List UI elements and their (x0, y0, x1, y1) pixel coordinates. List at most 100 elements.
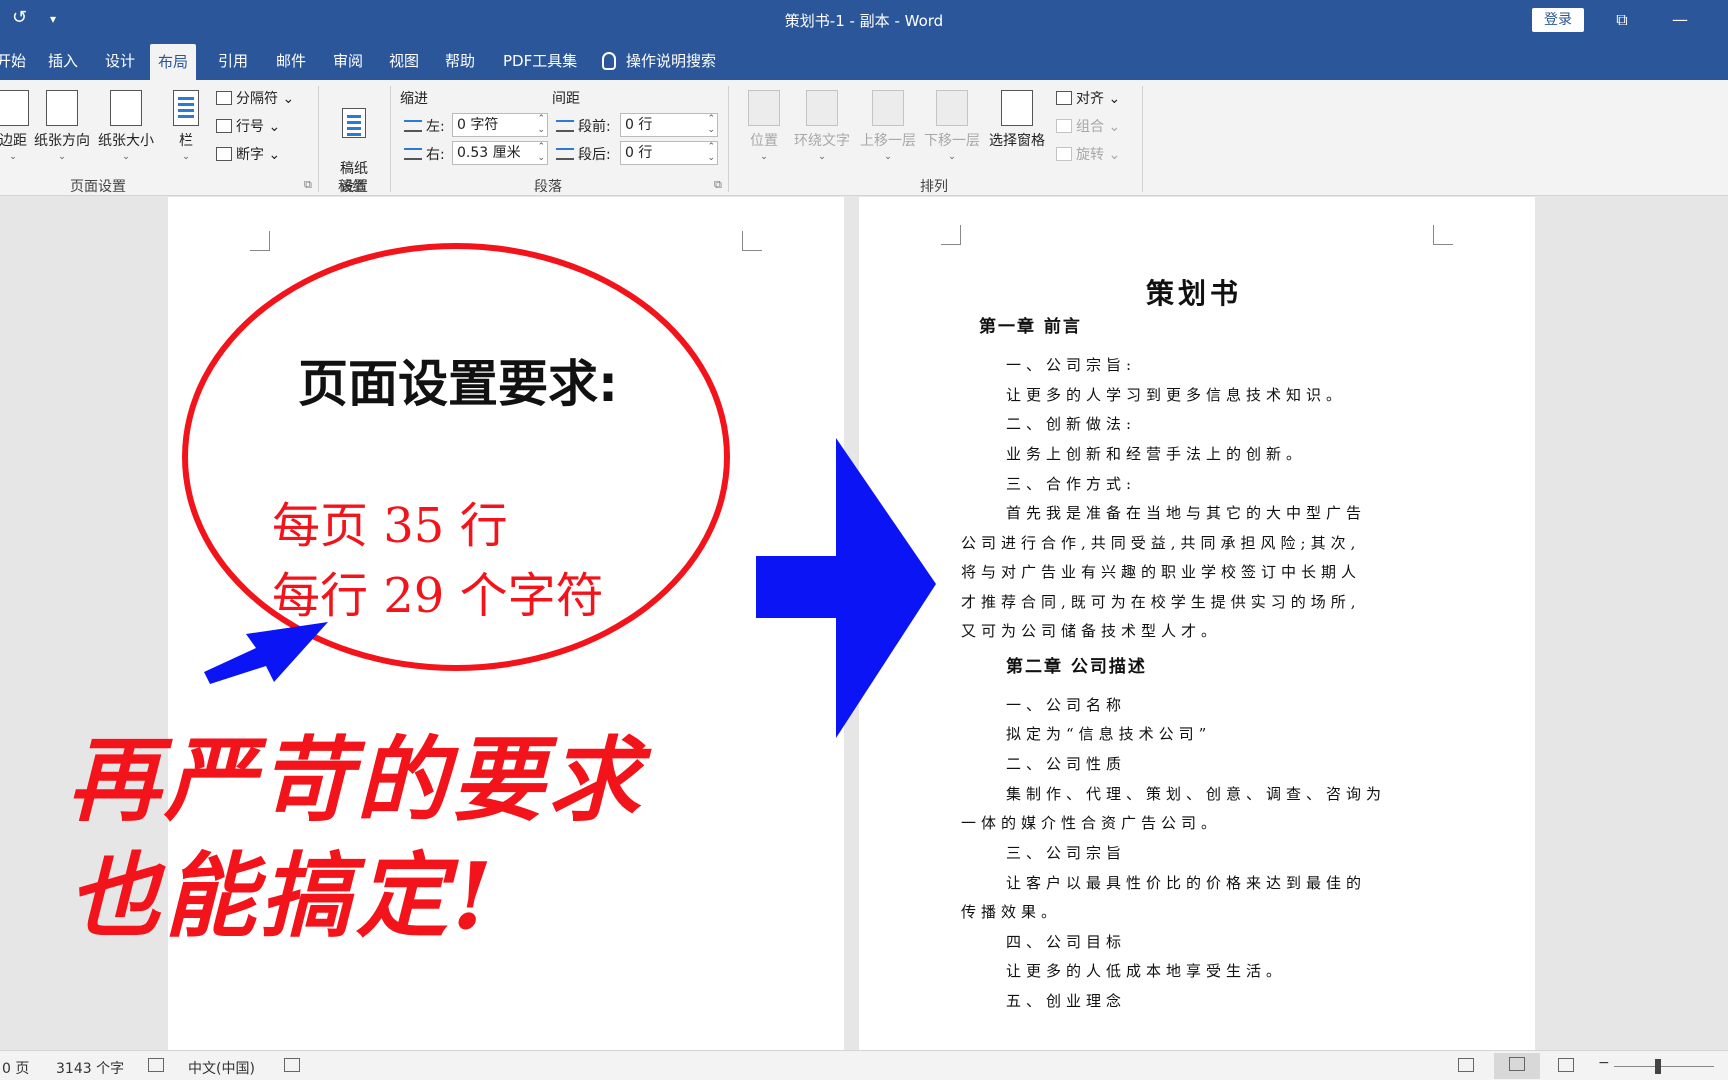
tab-pdf-tools[interactable]: PDF工具集 (495, 40, 585, 80)
send-backward-label: 下移一层 (924, 133, 980, 149)
paragraph-line: 二、创新做法: (1006, 415, 1137, 433)
orientation-button[interactable]: 纸张方向 ⌄ (32, 84, 92, 162)
tab-home[interactable]: 开始 (0, 40, 34, 80)
rotate-label: 旋转 (1076, 147, 1104, 163)
tell-me-search[interactable]: 操作说明搜索 (602, 40, 716, 80)
separator (728, 86, 729, 192)
paragraph-launcher-icon[interactable]: ⧉ (714, 178, 722, 192)
columns-icon (173, 90, 199, 126)
indent-right-icon (404, 148, 422, 160)
rotate-button[interactable]: 旋转 ⌄ (1056, 144, 1120, 164)
spacing-before-label: 段前: (556, 116, 611, 136)
spinner-icon[interactable]: ⌃ ⌄ (707, 114, 715, 136)
position-icon (748, 90, 780, 126)
paragraph-line: 首先我是准备在当地与其它的大中型广告 (1006, 504, 1367, 522)
indent-right-value: 0.53 厘米 (457, 145, 521, 161)
zoom-slider[interactable] (1614, 1066, 1714, 1067)
login-button[interactable]: 登录 (1532, 8, 1584, 32)
annotation-title: 页面设置要求: (298, 355, 618, 413)
spacing-after-input[interactable]: 0 行 ⌃ ⌄ (620, 141, 718, 165)
tab-insert[interactable]: 插入 (40, 40, 86, 80)
paragraph-line: 五、创业理念 (1006, 992, 1127, 1010)
macro-record-icon[interactable] (284, 1058, 300, 1074)
margins-label: 边距 (0, 133, 27, 149)
group-button[interactable]: 组合 ⌄ (1056, 116, 1120, 136)
chapter-heading: 第二章 公司描述 (1006, 657, 1147, 677)
spinner-icon[interactable]: ⌃ ⌄ (537, 142, 545, 164)
page-setup-group-label: 页面设置 (70, 179, 126, 195)
tab-view[interactable]: 视图 (381, 40, 427, 80)
align-button[interactable]: 对齐 ⌄ (1056, 88, 1120, 108)
web-layout-icon[interactable] (1558, 1058, 1574, 1074)
slogan-line-2: 也能搞定! (68, 842, 497, 950)
margins-button[interactable]: 边距 ⌄ (0, 84, 30, 162)
orientation-label: 纸张方向 (34, 133, 90, 149)
size-button[interactable]: 纸张大小 ⌄ (96, 84, 156, 162)
selection-pane-icon (1001, 90, 1033, 126)
line-numbers-button[interactable]: 行号 ⌄ (216, 116, 280, 136)
status-bar: 0 页 3143 个字 中文(中国) − (0, 1050, 1728, 1080)
position-label: 位置 (750, 133, 778, 149)
spacing-after-text: 段后: (578, 147, 611, 163)
tab-design[interactable]: 设计 (97, 40, 143, 80)
minimize-icon[interactable]: — (1660, 6, 1700, 34)
indent-right-input[interactable]: 0.53 厘米 ⌃ ⌄ (452, 141, 548, 165)
breaks-label: 分隔符 (236, 91, 278, 107)
selection-pane-button[interactable]: 选择窗格 (986, 84, 1048, 150)
orientation-icon (46, 90, 78, 126)
hyphenation-button[interactable]: 断字 ⌄ (216, 144, 280, 164)
align-label: 对齐 (1076, 91, 1104, 107)
spacing-after-icon (556, 148, 574, 160)
proofing-icon[interactable] (148, 1058, 164, 1074)
separator (390, 86, 391, 192)
columns-label: 栏 (179, 133, 193, 149)
paragraph-line: 让更多的人低成本地享受生活。 (1006, 962, 1287, 980)
big-arrow-shape (756, 438, 936, 738)
wrap-text-button[interactable]: 环绕文字 ⌄ (792, 84, 852, 162)
print-layout-icon[interactable] (1494, 1053, 1540, 1079)
window-title: 策划书-1 - 副本 - Word (784, 12, 944, 30)
zoom-out-icon[interactable]: − (1598, 1055, 1610, 1071)
wrap-text-icon (806, 90, 838, 126)
paragraph-line: 让客户以最具性价比的价格来达到最佳的 (1006, 874, 1367, 892)
read-mode-icon[interactable] (1458, 1058, 1474, 1074)
tab-help[interactable]: 帮助 (437, 40, 483, 80)
tab-mailings[interactable]: 邮件 (268, 40, 314, 80)
lightbulb-icon (602, 52, 616, 70)
send-backward-icon (936, 90, 968, 126)
tab-review[interactable]: 审阅 (325, 40, 371, 80)
ribbon-tabs: 开始 插入 设计 布局 引用 邮件 审阅 视图 帮助 PDF工具集 操作说明搜索 (0, 40, 1728, 80)
tab-layout[interactable]: 布局 (150, 44, 197, 80)
page-setup-launcher-icon[interactable]: ⧉ (304, 178, 312, 192)
send-backward-button[interactable]: 下移一层 ⌄ (922, 84, 982, 162)
page-count[interactable]: 0 页 (2, 1058, 29, 1078)
ribbon-display-icon[interactable]: ⧉ (1602, 6, 1642, 34)
spinner-icon[interactable]: ⌃ ⌄ (707, 142, 715, 164)
crop-mark (1433, 225, 1453, 245)
bring-forward-button[interactable]: 上移一层 ⌄ (858, 84, 918, 162)
document-title: 策划书 (1146, 277, 1243, 310)
breaks-button[interactable]: 分隔符 ⌄ (216, 88, 294, 108)
position-button[interactable]: 位置 ⌄ (746, 84, 782, 162)
ribbon: 边距 ⌄ 纸张方向 ⌄ 纸张大小 ⌄ 栏 ⌄ 分隔符 ⌄ 行号 ⌄ 断字 ⌄ 页面设置 … (0, 80, 1728, 196)
paragraph-line: 业务上创新和经营手法上的创新。 (1006, 445, 1307, 463)
paragraph-line: 一、公司宗旨: (1006, 356, 1137, 374)
bring-forward-icon (872, 90, 904, 126)
word-count[interactable]: 3143 个字 (56, 1058, 124, 1078)
paragraph-line: 才推荐合同,既可为在校学生提供实习的场所, (961, 593, 1361, 611)
language-indicator[interactable]: 中文(中国) (188, 1058, 255, 1078)
paragraph-line: 让更多的人学习到更多信息技术知识。 (1006, 386, 1347, 404)
align-icon (1056, 91, 1072, 105)
crop-mark (742, 231, 762, 251)
zoom-slider-thumb[interactable] (1655, 1059, 1661, 1074)
paragraph-line: 四、公司目标 (1006, 933, 1127, 951)
paragraph-line: 拟定为“信息技术公司” (1006, 725, 1212, 743)
spacing-after-value: 0 行 (625, 145, 653, 161)
line-numbers-label: 行号 (236, 119, 264, 135)
spacing-before-input[interactable]: 0 行 ⌃ ⌄ (620, 113, 718, 137)
spacing-before-icon (556, 120, 574, 132)
tab-references[interactable]: 引用 (210, 40, 256, 80)
indent-left-input[interactable]: 0 字符 ⌃ ⌄ (452, 113, 548, 137)
spinner-icon[interactable]: ⌃ ⌄ (537, 114, 545, 136)
columns-button[interactable]: 栏 ⌄ (170, 84, 202, 162)
